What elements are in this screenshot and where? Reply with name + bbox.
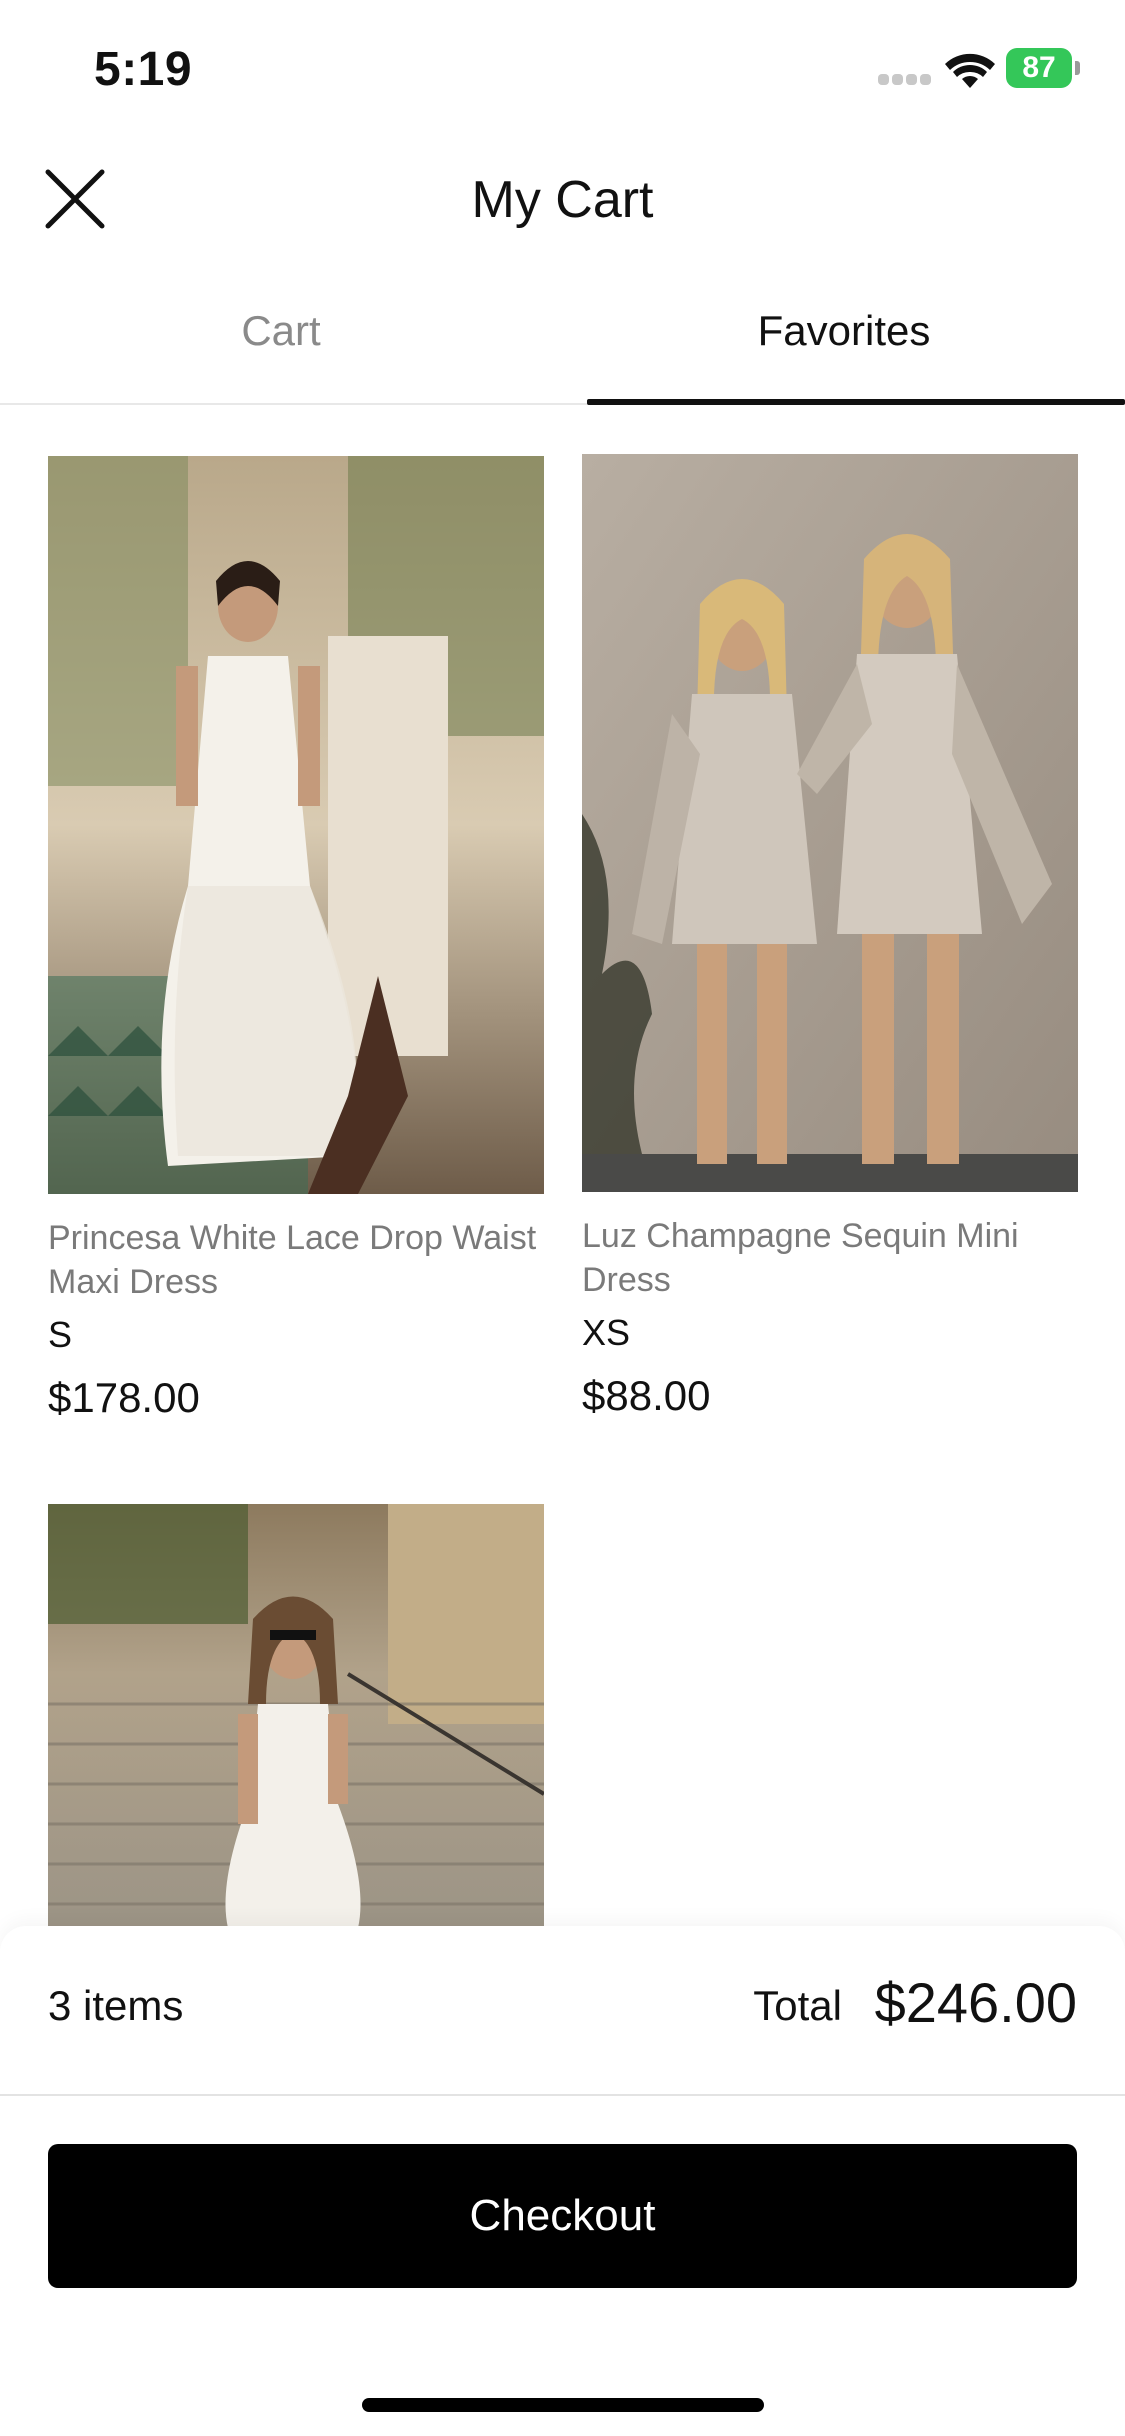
summary-row: 3 items Total $246.00	[0, 1926, 1125, 2096]
page-title: My Cart	[471, 171, 654, 229]
active-tab-indicator	[587, 399, 1125, 405]
total-label: Total	[753, 1982, 842, 2029]
favorite-product-card[interactable]	[48, 1504, 544, 1928]
home-indicator[interactable]	[362, 2398, 764, 2412]
battery-level: 87	[1006, 48, 1072, 88]
product-price: $88.00	[582, 1372, 711, 1419]
product-size: XS	[582, 1312, 631, 1353]
item-count: 3 items	[48, 1982, 184, 2029]
product-price: $178.00	[48, 1374, 200, 1421]
tab-bar: Cart Favorites	[0, 270, 1125, 405]
product-size: S	[48, 1314, 73, 1355]
product-image[interactable]	[48, 456, 544, 1194]
product-name[interactable]: Luz Champagne Sequin Mini Dress	[582, 1214, 1078, 1302]
favorite-product-card[interactable]: Luz Champagne Sequin Mini Dress XS $88.0…	[582, 454, 1078, 1419]
tab-favorites[interactable]: Favorites	[563, 270, 1125, 405]
status-time: 5:19	[94, 43, 193, 96]
header: My Cart	[0, 140, 1125, 260]
checkout-summary-panel: 3 items Total $246.00 Checkout	[0, 1926, 1125, 2436]
total-value: $246.00	[874, 1971, 1077, 2034]
product-name[interactable]: Princesa White Lace Drop Waist Maxi Dres…	[48, 1216, 544, 1304]
tab-cart[interactable]: Cart	[0, 270, 562, 405]
wifi-icon	[945, 53, 995, 88]
battery-icon: 87	[1006, 48, 1080, 88]
product-image[interactable]	[582, 454, 1078, 1192]
favorite-product-card[interactable]: Princesa White Lace Drop Waist Maxi Dres…	[48, 456, 544, 1421]
cellular-signal-icon	[878, 72, 934, 86]
checkout-button[interactable]: Checkout	[48, 2144, 1077, 2288]
status-bar: 5:19 87	[0, 0, 1125, 140]
product-image[interactable]	[48, 1504, 544, 1928]
cart-screen: 5:19 87 My Cart Cart Favorites Princesa …	[0, 0, 1125, 2436]
